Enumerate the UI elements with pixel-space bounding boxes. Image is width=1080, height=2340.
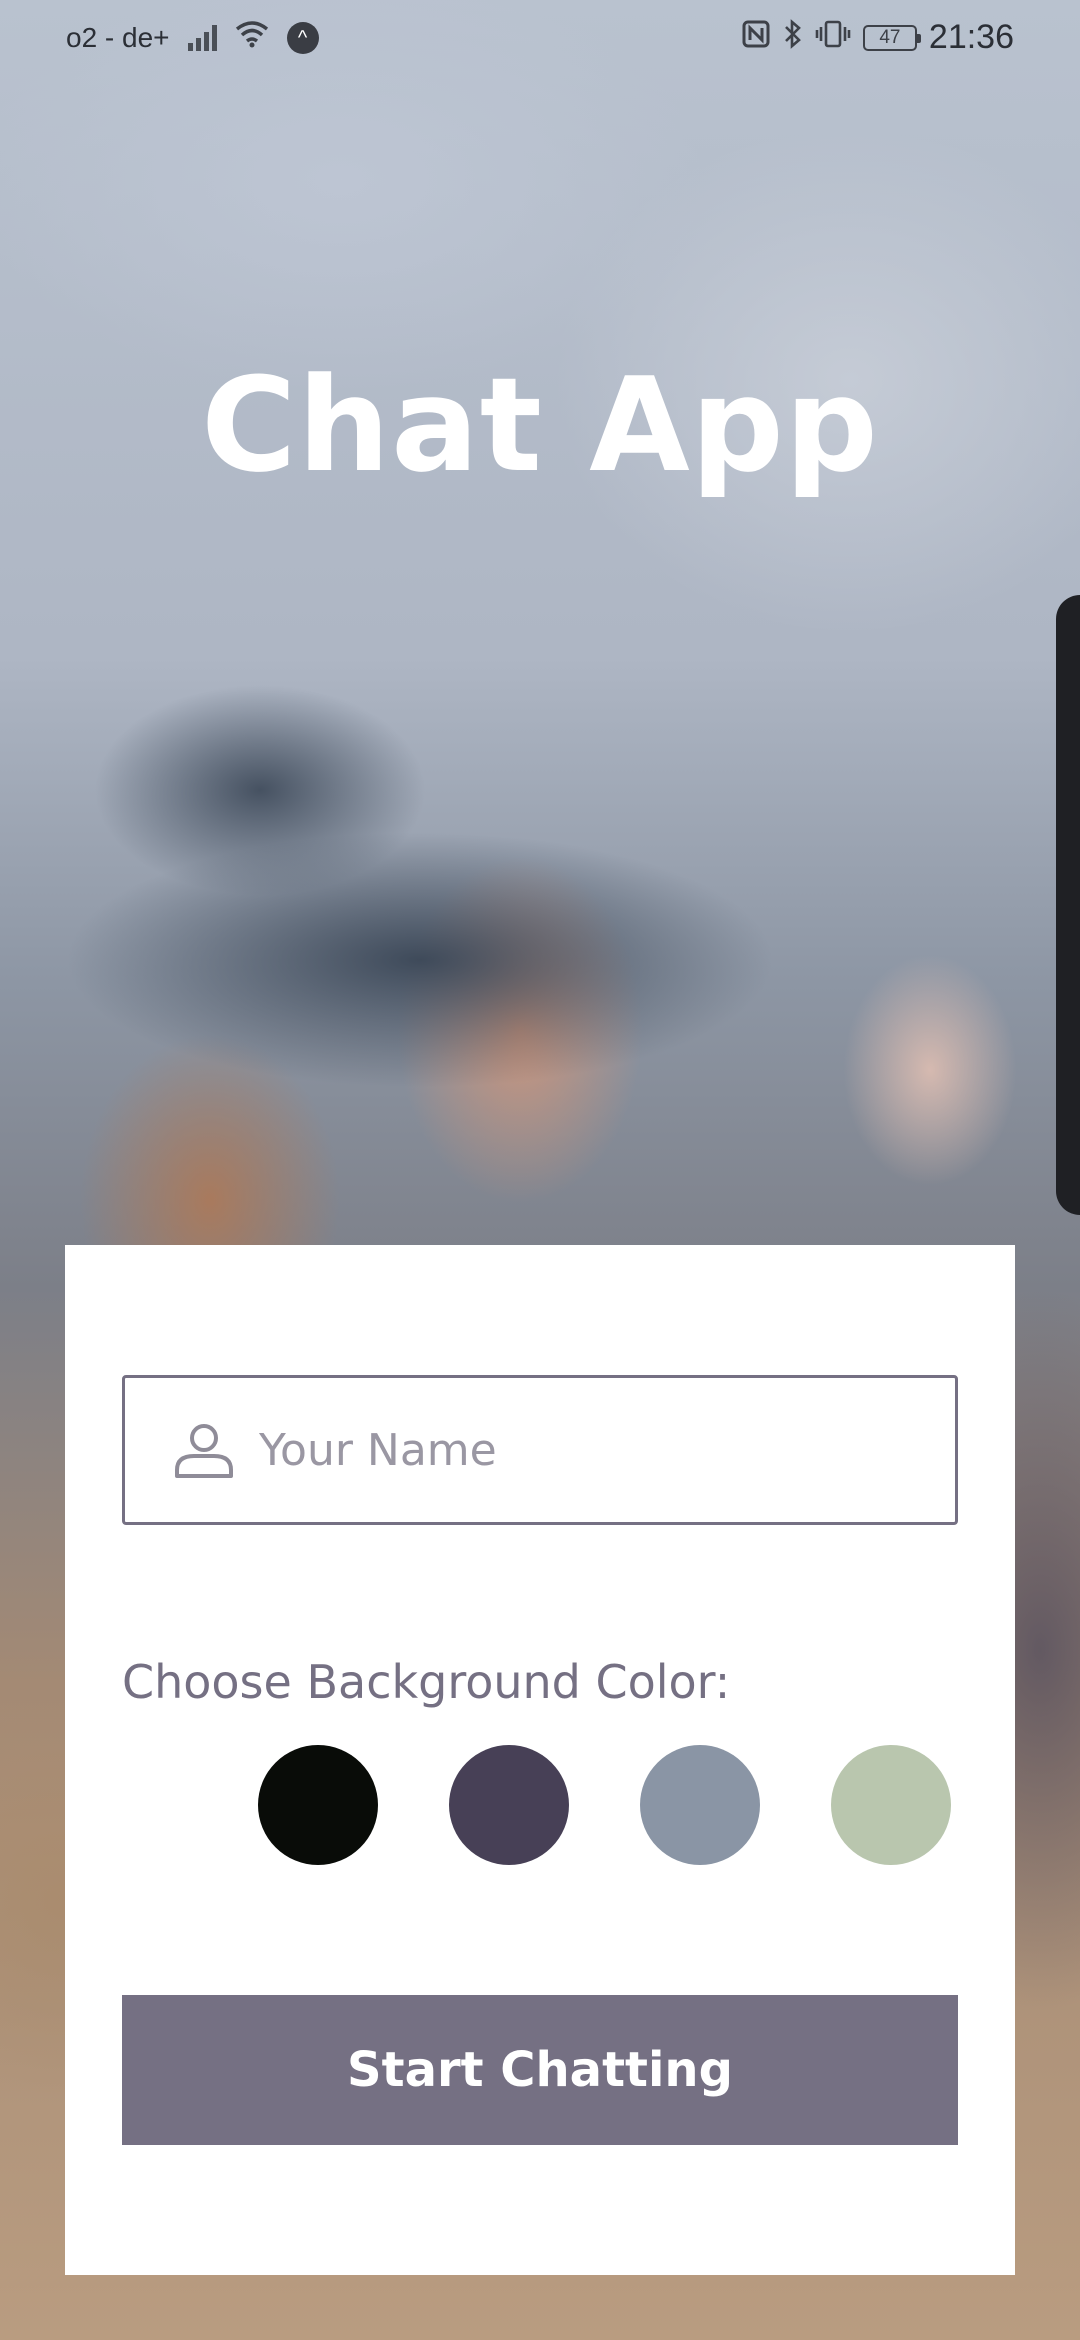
signal-icon — [187, 24, 217, 51]
nfc-icon — [741, 19, 771, 56]
wifi-icon — [235, 20, 269, 55]
vibrate-icon — [815, 19, 851, 56]
carrier-label: o2 - de+ — [66, 21, 170, 53]
color-swatch-group — [122, 1745, 958, 1869]
status-bar-left: o2 - de+ ^ — [66, 20, 319, 55]
start-form-card: Choose Background Color: Start Chatting — [65, 1245, 1015, 2275]
color-choice-label: Choose Background Color: — [122, 1655, 731, 1709]
name-field[interactable] — [122, 1375, 958, 1525]
side-edge-panel-handle[interactable] — [1056, 595, 1080, 1215]
color-swatch-grey[interactable] — [640, 1745, 760, 1865]
user-icon — [169, 1415, 239, 1485]
color-swatch-purple[interactable] — [449, 1745, 569, 1865]
app-title: Chat App — [201, 349, 879, 501]
color-swatch-black[interactable] — [258, 1745, 378, 1865]
network-badge-icon: ^ — [286, 21, 319, 54]
clock: 21:36 — [928, 18, 1014, 56]
color-swatch-green[interactable] — [831, 1745, 951, 1865]
status-bar: o2 - de+ ^ 47 21:36 — [0, 0, 1080, 76]
start-chatting-button[interactable]: Start Chatting — [122, 1995, 958, 2145]
name-input[interactable] — [257, 1423, 901, 1477]
battery-icon: 47 — [862, 24, 921, 51]
bluetooth-icon — [783, 19, 803, 56]
status-bar-right: 47 21:36 — [741, 18, 1014, 57]
